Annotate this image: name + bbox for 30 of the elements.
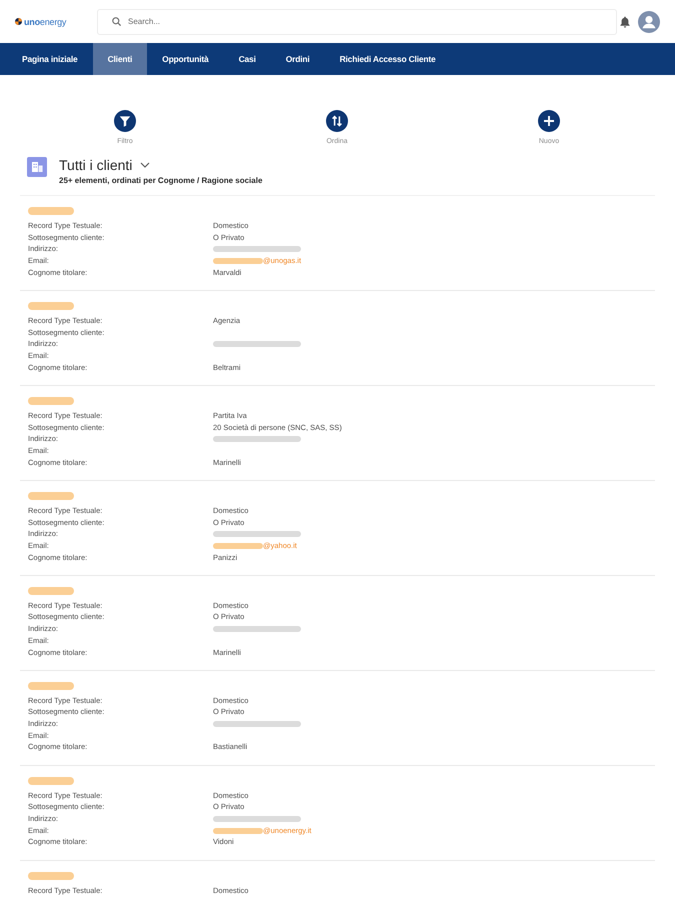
- avatar-icon[interactable]: [638, 10, 660, 32]
- blurred-name[interactable]: [28, 682, 74, 690]
- filter-icon: [114, 110, 136, 132]
- chevron-down-icon[interactable]: [140, 162, 150, 168]
- search-field[interactable]: Search...: [97, 8, 617, 34]
- nav-tab[interactable]: Opportunità: [147, 43, 224, 75]
- nav-tab[interactable]: Casi: [224, 43, 271, 75]
- building-icon: [27, 157, 47, 177]
- sort-icon: [326, 110, 348, 132]
- blurred-name[interactable]: [28, 492, 74, 500]
- nav-tab[interactable]: Clienti: [92, 43, 148, 75]
- plus-icon: [538, 110, 560, 132]
- blurred-name[interactable]: [28, 586, 74, 595]
- blurred-name[interactable]: [28, 872, 74, 880]
- list-view-subtitle: 25+ elementi, ordinati per Cognome / Ragione sociale: [59, 175, 262, 186]
- blurred-name[interactable]: [28, 207, 74, 215]
- blurred-name[interactable]: [28, 396, 74, 405]
- bell-icon[interactable]: [620, 16, 630, 28]
- list-view-title: Tutti i clienti: [59, 157, 132, 173]
- nav-tab[interactable]: Ordini: [270, 43, 325, 75]
- blurred-email: [213, 828, 263, 834]
- nav-tab[interactable]: Richiedi Accesso Cliente: [324, 43, 451, 75]
- nav-tab[interactable]: Pagina iniziale: [7, 43, 93, 75]
- blurred-name[interactable]: [28, 302, 74, 310]
- blurred-email: [213, 542, 263, 549]
- search-icon: [112, 17, 121, 26]
- blurred-name[interactable]: [28, 776, 74, 785]
- blurred-email: [213, 258, 263, 264]
- logo[interactable]: unoenergy: [24, 16, 66, 26]
- logo-icon: [15, 18, 22, 25]
